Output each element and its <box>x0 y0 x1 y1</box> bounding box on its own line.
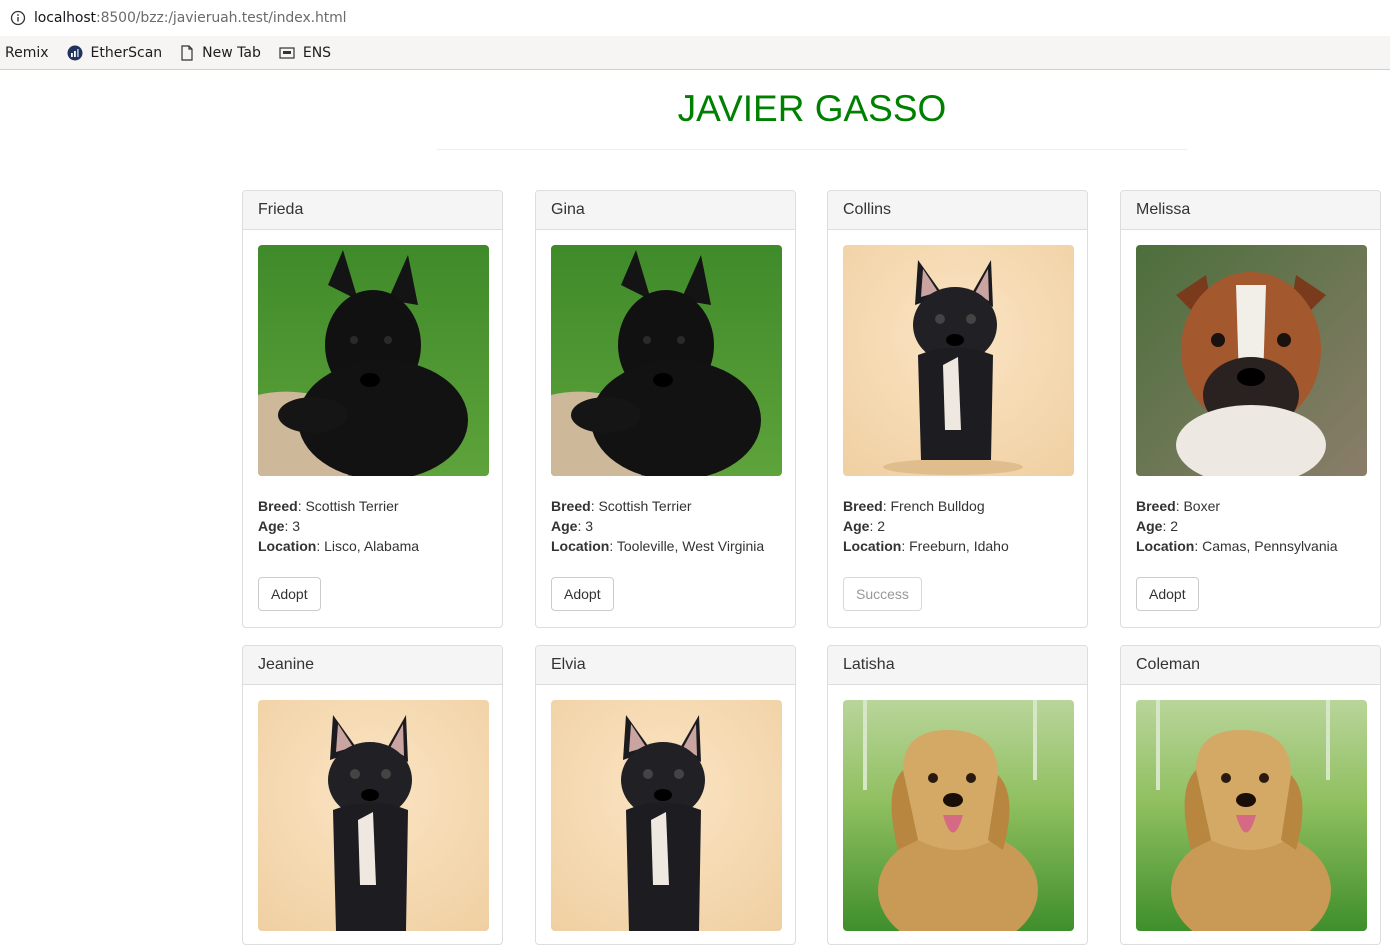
pet-age: 3 <box>585 518 594 534</box>
bookmark-new-tab[interactable]: New Tab <box>180 45 261 61</box>
pet-name: Jeanine <box>243 646 502 685</box>
title-divider <box>437 149 1187 150</box>
dog-photo-french-bulldog <box>258 700 489 931</box>
pet-name: Coleman <box>1121 646 1380 685</box>
pet-location: Freeburn, Idaho <box>909 538 1009 554</box>
dog-photo-scottish-terrier <box>258 245 489 476</box>
pet-details: Breed: French Bulldog Age: 2 Location: F… <box>843 498 1009 554</box>
breed-label: Breed <box>843 498 883 514</box>
pet-location: Tooleville, West Virginia <box>616 538 765 554</box>
pet-location: Camas, Pennsylvania <box>1202 538 1338 554</box>
url-path: :8500/bzz:/javieruah.test/index.html <box>95 10 347 26</box>
ens-icon <box>279 46 295 59</box>
pet-breed: Scottish Terrier <box>598 498 692 514</box>
dog-photo-golden-retriever <box>843 700 1074 931</box>
pet-name: Latisha <box>828 646 1087 685</box>
pet-details: Breed: Boxer Age: 2 Location: Camas, Pen… <box>1136 498 1338 554</box>
location-label: Location <box>1136 538 1195 554</box>
etherscan-icon <box>67 45 83 60</box>
dog-photo-french-bulldog <box>551 700 782 931</box>
pet-age: 3 <box>292 518 301 534</box>
breed-label: Breed <box>258 498 298 514</box>
pet-card: Gina Breed: Scottish Terrier Age: 3 Loca… <box>535 190 796 628</box>
pet-location: Lisco, Alabama <box>324 538 420 554</box>
pet-card: Collins Breed: French Bulldog Age: 2 Loc… <box>827 190 1088 628</box>
adopt-button[interactable]: Adopt <box>1136 577 1199 611</box>
bookmark-etherscan[interactable]: EtherScan <box>67 44 163 61</box>
pet-card: Latisha <box>827 645 1088 945</box>
adopt-button[interactable]: Adopt <box>258 577 321 611</box>
location-label: Location <box>843 538 902 554</box>
pet-name: Elvia <box>536 646 795 685</box>
dog-photo-boxer <box>1136 245 1367 476</box>
dog-photo-scottish-terrier <box>551 245 782 476</box>
address-bar[interactable]: localhost:8500/bzz:/javieruah.test/index… <box>0 0 1390 36</box>
age-label: Age <box>843 518 870 534</box>
bookmark-label: EtherScan <box>90 44 163 61</box>
pet-card: Frieda Breed: Scottish Terrier Age: 3 Lo… <box>242 190 503 628</box>
location-label: Location <box>258 538 317 554</box>
pet-card: Elvia <box>535 645 796 945</box>
dog-photo-french-bulldog <box>843 245 1074 476</box>
pet-breed: French Bulldog <box>890 498 985 514</box>
pet-name: Melissa <box>1121 191 1380 230</box>
pet-name: Gina <box>536 191 795 230</box>
pet-breed: Scottish Terrier <box>305 498 399 514</box>
age-label: Age <box>1136 518 1163 534</box>
breed-label: Breed <box>1136 498 1176 514</box>
url-text[interactable]: localhost:8500/bzz:/javieruah.test/index… <box>34 10 347 26</box>
dog-photo-golden-retriever <box>1136 700 1367 931</box>
url-host: localhost <box>34 10 96 26</box>
adopt-button[interactable]: Adopt <box>551 577 614 611</box>
bookmark-label: New Tab <box>202 44 261 61</box>
pet-breed: Boxer <box>1183 498 1221 514</box>
age-label: Age <box>258 518 285 534</box>
age-label: Age <box>551 518 578 534</box>
pet-card: Coleman <box>1120 645 1381 945</box>
pet-card: Jeanine <box>242 645 503 945</box>
location-label: Location <box>551 538 610 554</box>
success-button[interactable]: Success <box>843 577 922 611</box>
info-icon[interactable] <box>10 10 26 26</box>
bookmark-label: ENS <box>302 44 332 61</box>
pet-age: 2 <box>877 518 886 534</box>
pet-age: 2 <box>1170 518 1179 534</box>
breed-label: Breed <box>551 498 591 514</box>
page-icon <box>181 44 193 61</box>
bookmark-remix[interactable]: Remix <box>5 45 49 61</box>
pet-details: Breed: Scottish Terrier Age: 3 Location:… <box>551 498 765 554</box>
pet-card: Melissa Breed: Boxer Age: 2 Location: Ca… <box>1120 190 1381 628</box>
pet-name: Collins <box>828 191 1087 230</box>
pet-details: Breed: Scottish Terrier Age: 3 Location:… <box>258 498 420 554</box>
page-title: JAVIER GASSO <box>677 88 947 129</box>
bookmark-ens[interactable]: ENS <box>279 45 331 61</box>
pet-name: Frieda <box>243 191 502 230</box>
bookmark-label: Remix <box>5 44 49 61</box>
bookmarks-toolbar: Remix EtherScan New Tab ENS <box>0 36 1390 70</box>
